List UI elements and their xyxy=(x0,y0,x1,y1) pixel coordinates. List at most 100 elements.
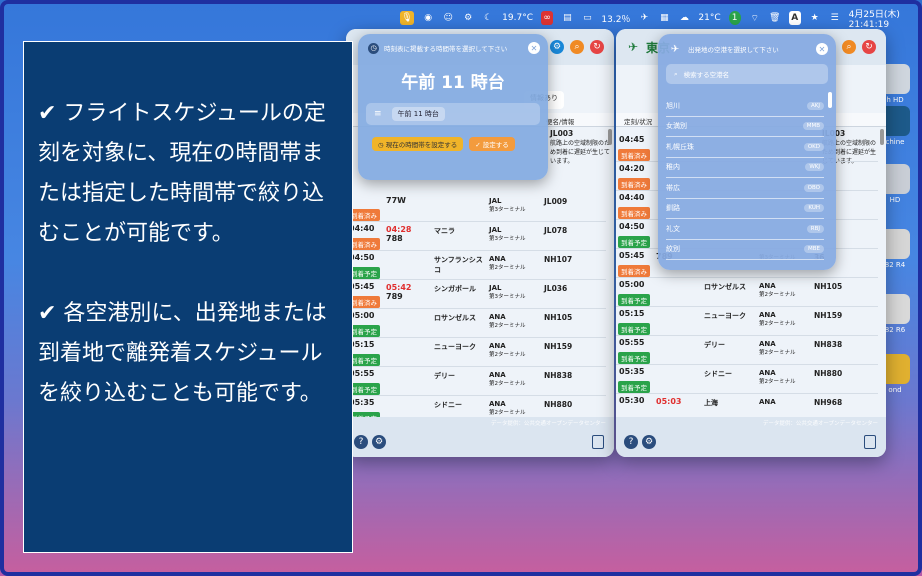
popup-actions: ◷ 現在の時間帯を設定する ✓ 設定する xyxy=(372,137,548,151)
table-row[interactable]: 05:00 到着予定 ロサンゼルス ANA 第2ターミナル NH105 xyxy=(346,309,606,338)
book-icon[interactable] xyxy=(864,435,876,449)
close-icon[interactable]: ✕ xyxy=(528,42,540,54)
status-badge: 到着予定 xyxy=(618,294,650,306)
airline-cell: JAL 第3ターミナル xyxy=(489,280,544,300)
refresh-icon[interactable]: ↻ xyxy=(590,40,604,54)
control-center-icon[interactable]: ☰ xyxy=(829,11,841,25)
wifi-icon[interactable]: ⌔ xyxy=(749,11,761,25)
terminal: 第3ターミナル xyxy=(489,207,526,213)
status-badge: 到着予定 xyxy=(618,236,650,248)
document-icon[interactable]: ▤ xyxy=(561,11,573,25)
clock-icon: ◷ xyxy=(378,141,386,149)
help-icon[interactable]: ? xyxy=(354,435,368,449)
search-icon: ⌕ xyxy=(674,69,678,78)
close-icon[interactable]: ✕ xyxy=(816,43,828,55)
notification-badge[interactable]: 1 xyxy=(728,11,741,25)
trash-icon[interactable]: 🗑 xyxy=(769,11,781,25)
input-mode[interactable]: A xyxy=(788,11,801,25)
clock-icon: ◷ xyxy=(368,42,379,54)
menu-icon: ≡ xyxy=(374,109,382,119)
airport-option[interactable]: 紋別 MBE xyxy=(666,240,824,260)
no-flight-icon[interactable]: ✈ xyxy=(638,11,650,25)
popup-instruction: 出発地の空港を選択して下さい xyxy=(688,46,779,54)
help-icon[interactable]: ? xyxy=(624,435,638,449)
airport-code: OBO xyxy=(803,183,824,192)
airline-cell: ANA 第2ターミナル xyxy=(489,338,544,358)
airline-cell: ANA 第2ターミナル xyxy=(759,336,814,356)
table-row[interactable]: 05:55 到着予定 デリー ANA 第2ターミナル NH838 xyxy=(616,336,878,365)
airport-option[interactable]: 旭川 AKJ xyxy=(666,96,824,117)
desktop-icon-label: h HD xyxy=(886,96,904,104)
terminal: 第3ターミナル xyxy=(489,294,526,300)
settings-gear-icon[interactable]: ⚙ xyxy=(372,435,386,449)
refresh-icon[interactable]: ↻ xyxy=(862,40,876,54)
temperature-2[interactable]: 21°C xyxy=(698,13,720,23)
airline: ANA xyxy=(759,398,776,406)
search-icon[interactable]: ⌕ xyxy=(570,40,584,54)
table-row[interactable]: 到着済み 77W JAL 第3ターミナル JL009 xyxy=(346,193,606,222)
aircraft-type: 77W xyxy=(386,196,406,205)
airplane-icon: ✈ xyxy=(627,40,639,54)
set-current-time-label: 現在の時間帯を設定する xyxy=(385,141,458,149)
airport-option[interactable]: 女満別 MMB xyxy=(666,117,824,137)
airplane-icon: ✈ xyxy=(670,43,680,55)
scrollbar[interactable] xyxy=(608,129,612,145)
airline-cell: ANA 第2ターミナル xyxy=(489,251,544,271)
airport-name: 札幌丘珠 xyxy=(666,142,694,151)
change-info: 77W xyxy=(386,193,434,205)
app-gear-icon[interactable]: ⚙ xyxy=(462,11,474,25)
airport-name: 釧路 xyxy=(666,204,680,213)
status-badge: 到着予定 xyxy=(618,381,650,393)
scrollbar[interactable] xyxy=(880,129,884,145)
airport-search-input[interactable]: ⌕ 検索する空港名 xyxy=(666,64,828,84)
table-row[interactable]: 05:55 到着予定 デリー ANA 第2ターミナル NH838 xyxy=(346,367,606,396)
airline: JAL xyxy=(489,284,502,292)
search-icon[interactable]: ⌕ xyxy=(842,40,856,54)
table-row[interactable]: 05:15 到着予定 ニューヨーク ANA 第2ターミナル NH159 xyxy=(346,338,606,367)
airport-option[interactable]: 稚内 WKJ xyxy=(666,158,824,178)
mic-icon[interactable]: 🎙 xyxy=(400,11,415,25)
app-face-icon[interactable]: ☺ xyxy=(442,11,454,25)
link-icon[interactable]: ∞ xyxy=(540,11,554,25)
moon-icon[interactable]: ☾ xyxy=(482,11,494,25)
airport-option[interactable]: 礼文 RBJ xyxy=(666,219,824,240)
table-row[interactable]: 04:50 到着予定 サンフランシスコ ANA 第2ターミナル NH107 xyxy=(346,251,606,280)
weather-icon[interactable]: ☁ xyxy=(678,11,690,25)
scheduled-time: 04:45 xyxy=(619,135,645,144)
star-icon[interactable]: ★ xyxy=(809,11,821,25)
airline: ANA xyxy=(489,342,506,350)
airport-code: AKJ xyxy=(807,101,824,110)
battery-level[interactable]: 13.2％ xyxy=(601,12,630,25)
clock[interactable]: 4月25日(木) 21:41:19 xyxy=(849,7,908,30)
app-status-icon[interactable]: ◉ xyxy=(422,11,434,25)
book-icon[interactable] xyxy=(592,435,604,449)
city: ニューヨーク xyxy=(704,312,746,320)
scrollbar[interactable] xyxy=(828,92,832,108)
popup-instruction: 時刻表に掲載する時間帯を選択して下さい xyxy=(384,45,508,53)
calendar-icon[interactable]: ▦ xyxy=(658,11,670,25)
settings-gear-icon[interactable]: ⚙ xyxy=(642,435,656,449)
airport-name: 礼文 xyxy=(666,224,680,233)
table-row[interactable]: 05:35 到着予定 シドニー ANA 第2ターミナル NH880 xyxy=(616,365,878,394)
time-range-select[interactable]: 午前 11 時台 xyxy=(391,107,445,121)
menu-bar-right: ✈ ▦ ☁ 21°C 1 ⌔ 🗑 A ★ ☰ 4月25日(木) 21:41:19 xyxy=(638,7,914,30)
table-row[interactable]: 05:15 到着予定 ニューヨーク ANA 第2ターミナル NH159 xyxy=(616,307,878,336)
table-row[interactable]: 05:45 到着済み 05:42 789 シンガポール JAL 第3ターミナル JL036 xyxy=(346,280,606,309)
set-current-time-button[interactable]: ◷ 現在の時間帯を設定する xyxy=(372,137,464,151)
airport-option[interactable]: 札幌丘珠 OKD xyxy=(666,137,824,158)
airport-option[interactable]: 釧路 KUH xyxy=(666,199,824,219)
table-row[interactable]: 05:00 到着予定 ロサンゼルス ANA 第2ターミナル NH105 xyxy=(616,278,878,307)
terminal: 第2ターミナル xyxy=(759,350,796,356)
apply-button[interactable]: ✓ 設定する xyxy=(469,137,515,151)
data-source: データ提供：公共交通オープンデータセンター xyxy=(762,421,878,427)
city: ロサンゼルス xyxy=(434,314,476,322)
city: サンフランシスコ xyxy=(434,256,483,274)
table-row[interactable]: 04:40 到着済み 04:28 788 マニラ JAL 第3ターミナル JL078 xyxy=(346,222,606,251)
temperature-1[interactable]: 19.7°C xyxy=(502,13,533,23)
desktop-icon-label: ond xyxy=(888,386,902,394)
aircraft-type: 789 xyxy=(386,292,403,301)
airport-option[interactable]: 帯広 OBO xyxy=(666,178,824,199)
flight-number: NH159 xyxy=(544,342,573,351)
settings-icon[interactable]: ⚙ xyxy=(550,40,564,54)
battery-icon[interactable]: ▭ xyxy=(581,11,593,25)
